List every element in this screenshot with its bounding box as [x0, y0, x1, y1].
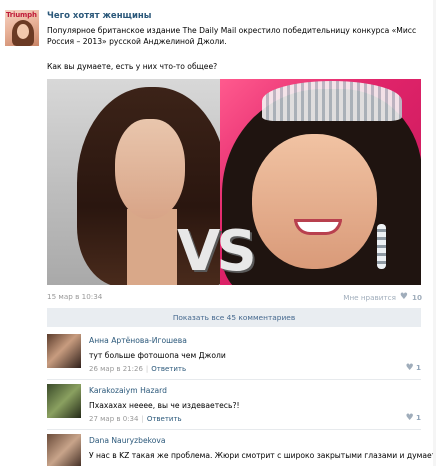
photo-left-face — [115, 119, 185, 219]
comment-like-count: 1 — [415, 413, 421, 422]
comment-divider — [47, 429, 421, 430]
heart-icon: ♥ — [399, 292, 408, 302]
comment-like-button[interactable]: ♥ 1 — [406, 413, 421, 423]
comment-meta: 27 мар в 0:34 | Ответить — [89, 415, 182, 423]
avatar-face — [17, 24, 29, 39]
commenter-avatar[interactable] — [47, 334, 81, 368]
comment-text: У нас в KZ такая же проблема. Жюри смотр… — [89, 451, 436, 460]
photo-left-neck — [127, 209, 177, 285]
comment-like-count: 1 — [415, 363, 421, 372]
heart-icon: ♥ — [405, 363, 414, 373]
meta-separator: | — [145, 365, 149, 373]
comment-meta: 26 мар в 21:26 | Ответить — [89, 365, 186, 373]
group-avatar[interactable]: Triumph — [5, 10, 39, 46]
post-date-link[interactable]: 15 мар в 10:34 — [47, 292, 102, 301]
crown-shape — [262, 81, 402, 121]
comment-author-link[interactable]: Karakozaiym Hazard — [89, 386, 167, 395]
comment-author-link[interactable]: Dana Nauryzbekova — [89, 436, 166, 445]
post-text: Популярное британское издание The Daily … — [47, 26, 417, 46]
post-question: Как вы думаете, есть у них что-то общее? — [47, 62, 218, 71]
comment-text: Пхахахах нееее, вы че издеваетесь?! — [89, 401, 240, 410]
comment-reply-link[interactable]: Ответить — [147, 415, 182, 423]
comment-reply-link[interactable]: Ответить — [151, 365, 186, 373]
comment-divider — [47, 379, 421, 380]
wall-post: Triumph Чего хотят женщины Популярное бр… — [0, 0, 436, 466]
comment-item: Анна Артёнова-Игошева тут больше фотошоп… — [47, 334, 427, 378]
comment-author-link[interactable]: Анна Артёнова-Игошева — [89, 336, 187, 345]
comment-date-link[interactable]: 27 мар в 0:34 — [89, 415, 138, 423]
comment-date-link[interactable]: 26 мар в 21:26 — [89, 365, 143, 373]
commenter-avatar[interactable] — [47, 384, 81, 418]
comment-item: Karakozaiym Hazard Пхахахах нееее, вы че… — [47, 384, 427, 428]
earring-shape — [377, 224, 386, 269]
commenter-avatar[interactable] — [47, 434, 81, 466]
comment-like-button[interactable]: ♥ 1 — [406, 363, 421, 373]
like-button[interactable]: Мне нравится ♥ 10 — [343, 292, 422, 302]
like-label: Мне нравится — [343, 292, 396, 302]
photo-right-face — [252, 134, 377, 269]
show-all-comments-button[interactable]: Показать все 45 комментариев — [47, 308, 421, 327]
like-count: 10 — [411, 292, 422, 302]
comment-text: тут больше фотошопа чем Джоли — [89, 351, 226, 360]
meta-separator: | — [141, 415, 144, 423]
vs-overlay-text: VS — [177, 219, 257, 284]
heart-icon: ♥ — [405, 413, 414, 423]
comment-item: Dana Nauryzbekova У нас в KZ такая же пр… — [47, 434, 436, 466]
group-name-link[interactable]: Чего хотят женщины — [47, 11, 151, 21]
avatar-brand-text: Triumph — [6, 11, 37, 19]
post-photo[interactable]: VS — [47, 79, 421, 285]
